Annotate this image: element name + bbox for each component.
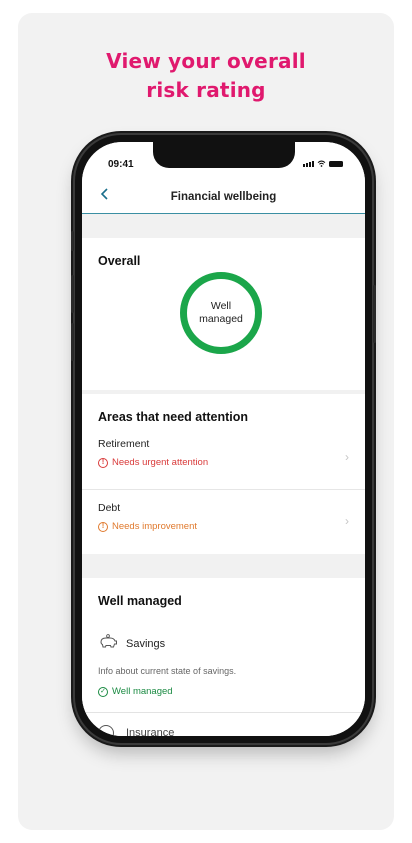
phone-screen: 09:41 Financial wellbeing Overall Well m… (82, 142, 365, 736)
phone-volume-up (71, 275, 74, 313)
chevron-right-icon: › (345, 450, 349, 464)
attention-section: Areas that need attention Retirement ! N… (82, 394, 365, 554)
attention-item-status-text: Needs improvement (112, 521, 198, 532)
well-managed-item-insurance[interactable]: Insurance (82, 712, 365, 736)
insurance-name: Insurance (126, 727, 175, 736)
umbrella-icon (98, 725, 114, 736)
savings-info: Info about current state of savings. (98, 666, 237, 676)
wifi-icon (317, 160, 326, 167)
savings-name[interactable]: Savings (126, 638, 165, 650)
signal-icon (303, 161, 314, 167)
phone-power-button (373, 285, 376, 343)
page-title: Financial wellbeing (170, 191, 277, 203)
attention-item-status: ! Needs improvement (98, 521, 197, 532)
attention-item-retirement[interactable]: Retirement ! Needs urgent attention › (82, 426, 365, 490)
attention-item-status: ! Needs urgent attention (98, 457, 208, 468)
overall-rating-label: Well managed (199, 300, 243, 325)
overall-rating-ring: Well managed (180, 272, 262, 354)
phone-frame: 09:41 Financial wellbeing Overall Well m… (71, 135, 376, 743)
attention-title: Areas that need attention (98, 410, 249, 424)
nav-bar: Financial wellbeing (82, 178, 365, 214)
alert-circle-icon: ! (98, 521, 108, 532)
piggy-bank-icon (100, 634, 117, 648)
chevron-right-icon: › (345, 514, 349, 528)
attention-item-name: Retirement (98, 438, 150, 450)
overall-section: Overall Well managed (82, 238, 365, 390)
savings-status: ✓ Well managed (98, 686, 173, 697)
headline-line-2: risk rating (146, 78, 266, 102)
phone-volume-down (71, 323, 74, 361)
promo-headline: View your overall risk rating (18, 47, 394, 105)
alert-circle-icon: ! (98, 457, 108, 468)
attention-item-status-text: Needs urgent attention (112, 457, 209, 468)
headline-line-1: View your overall (106, 49, 306, 73)
battery-icon (329, 161, 343, 167)
savings-status-text: Well managed (112, 686, 173, 697)
status-time: 09:41 (108, 159, 134, 170)
attention-item-name: Debt (98, 502, 121, 514)
well-managed-section: Well managed Savings Info about current … (82, 578, 365, 736)
well-managed-title: Well managed (98, 594, 182, 608)
overall-title: Overall (98, 254, 141, 268)
attention-item-debt[interactable]: Debt ! Needs improvement › (82, 490, 365, 554)
phone-notch (153, 142, 295, 168)
status-icons (303, 160, 343, 167)
phone-mute-switch (71, 231, 74, 251)
check-circle-icon: ✓ (98, 686, 108, 697)
